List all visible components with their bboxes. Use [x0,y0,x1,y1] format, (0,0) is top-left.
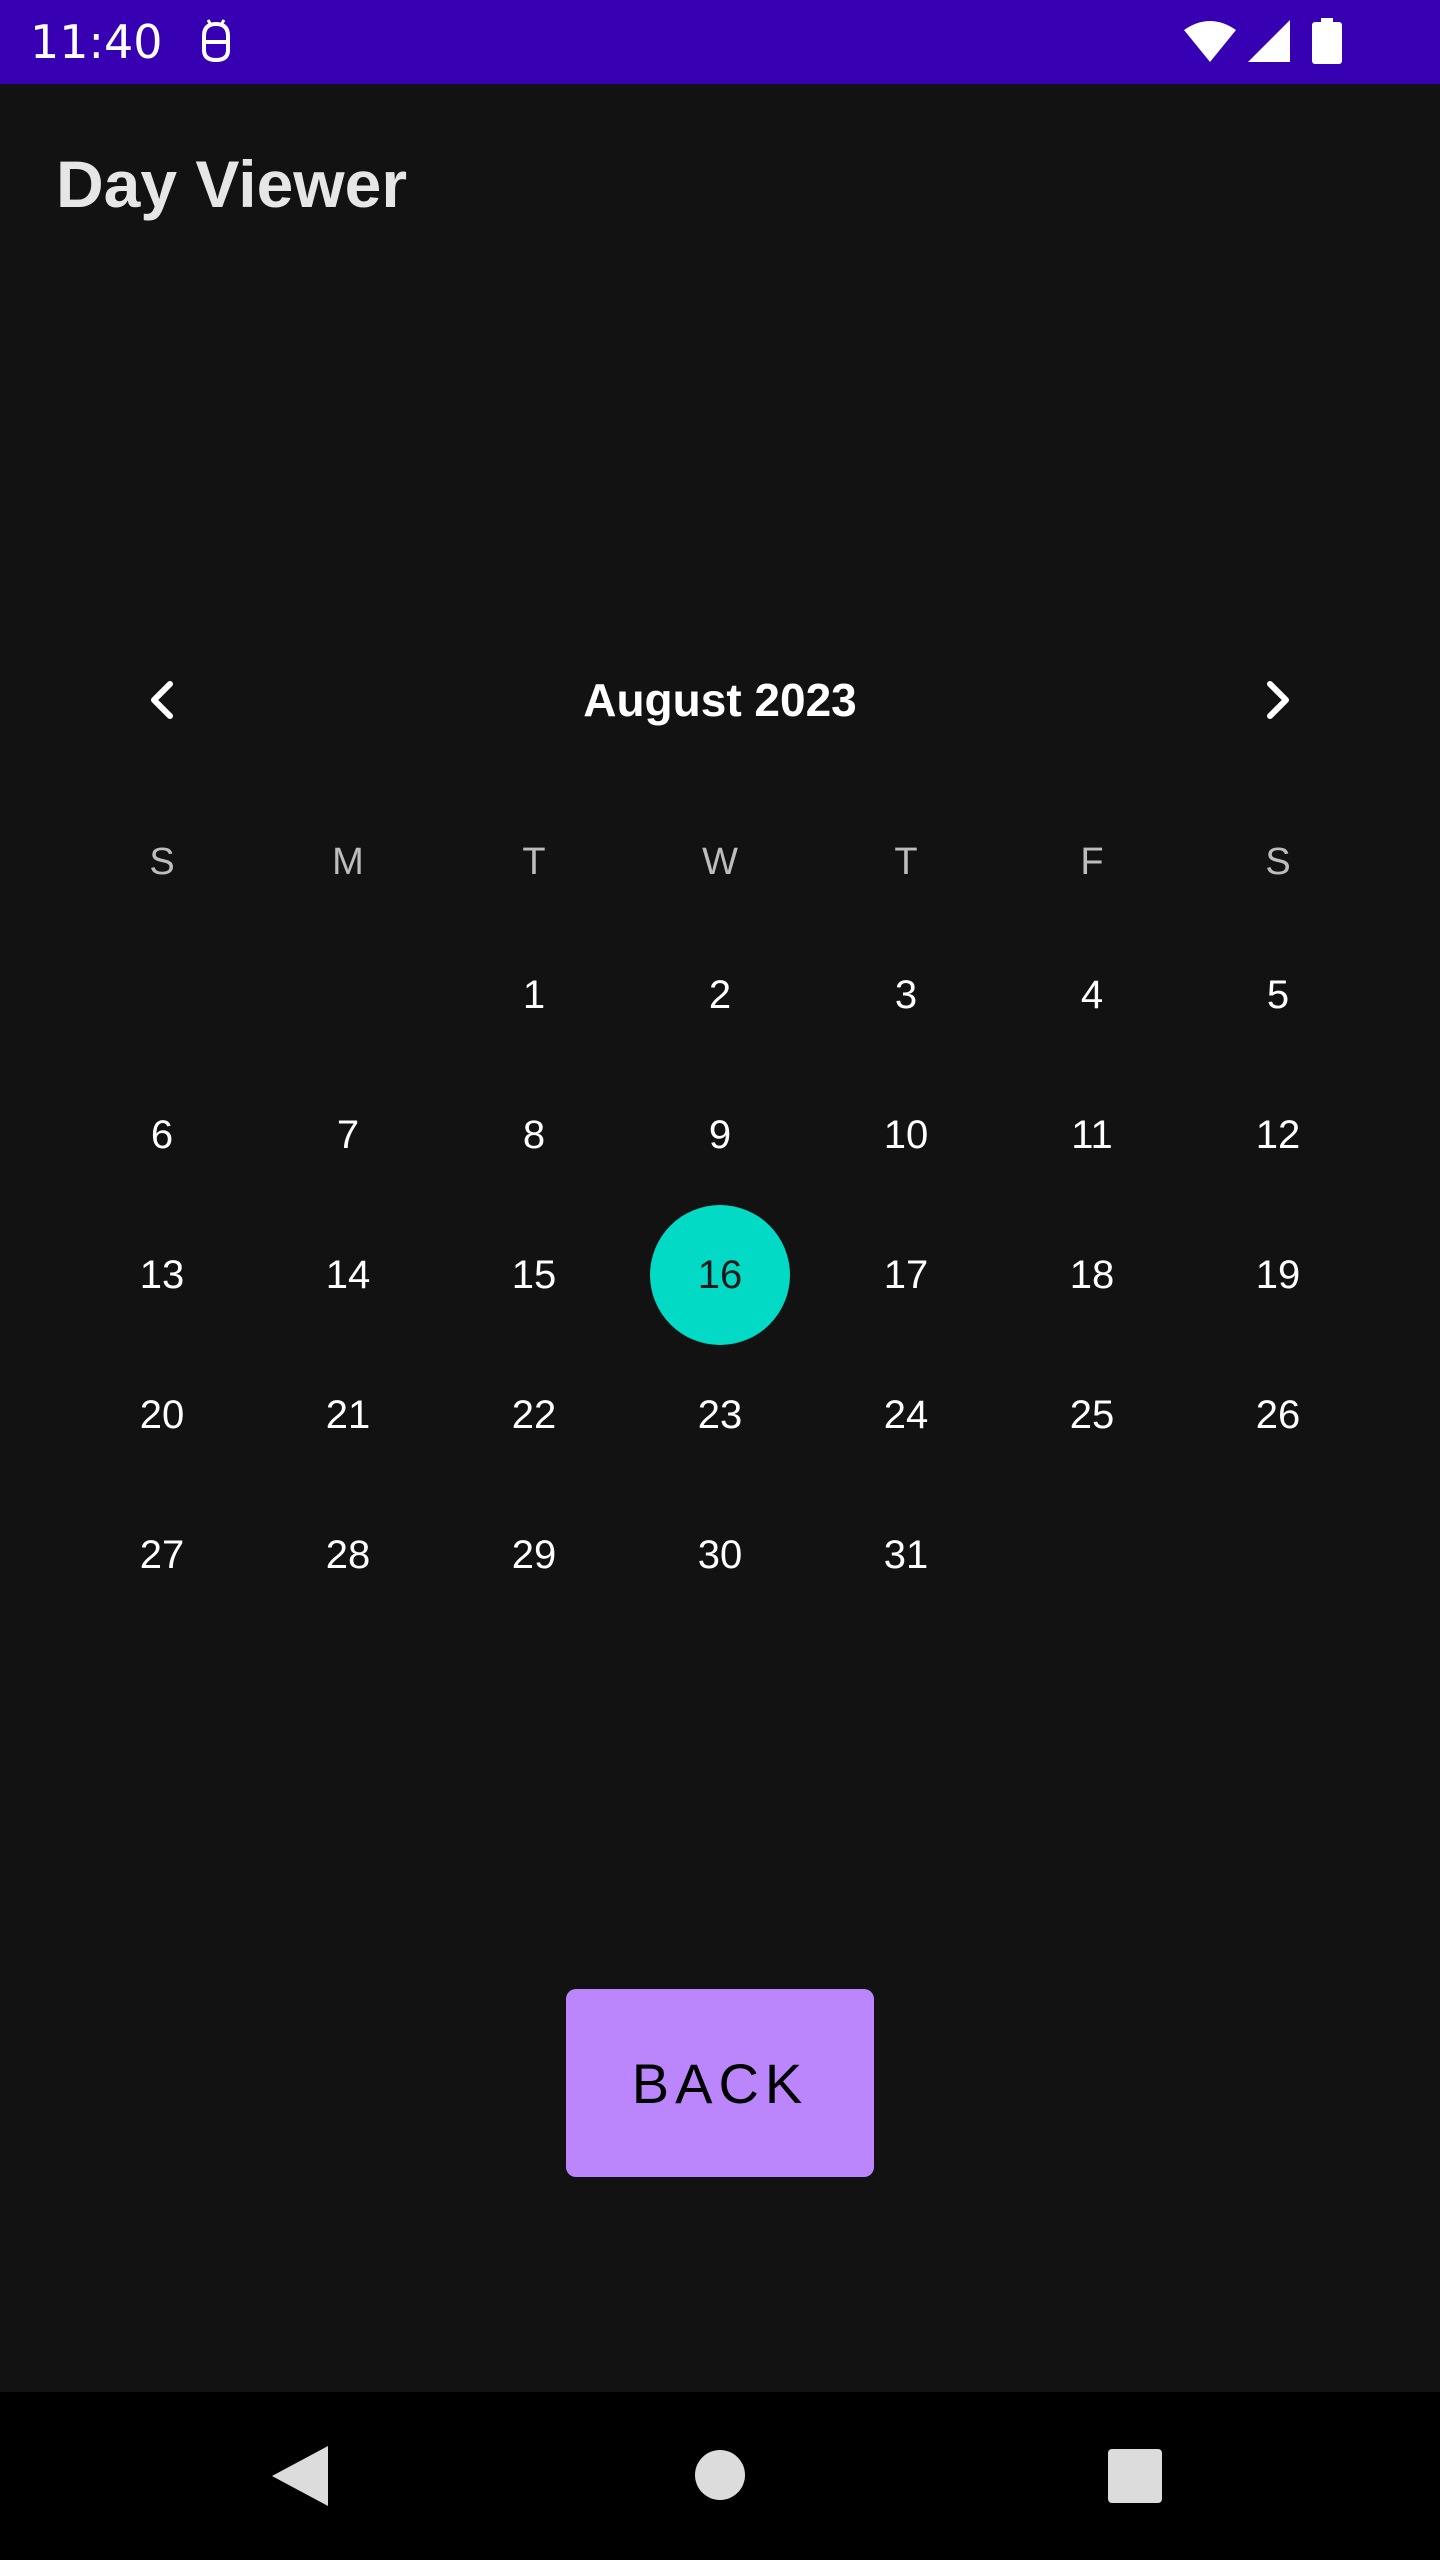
triangle-back-icon[interactable] [268,2444,332,2508]
day-cell[interactable]: 15 [464,1205,604,1345]
day-cell[interactable]: 13 [92,1205,232,1345]
previous-month-button[interactable] [122,660,202,740]
day-cell[interactable]: 1 [464,925,604,1065]
day-cell[interactable]: 25 [1022,1345,1162,1485]
day-cell[interactable]: 10 [836,1065,976,1205]
weekday-header: M [332,840,364,883]
day-cell[interactable]: 23 [650,1345,790,1485]
day-cell[interactable]: 19 [1208,1205,1348,1345]
weekday-header: F [1080,840,1104,883]
day-cell[interactable]: 8 [464,1065,604,1205]
weekday-header: T [522,840,546,883]
month-header: August 2023 [0,660,1440,740]
day-cell[interactable]: 6 [92,1065,232,1205]
battery-icon [1312,18,1342,64]
status-time: 11:40 [30,15,163,69]
day-cell[interactable]: 9 [650,1065,790,1205]
selected-day-cell[interactable]: 16 [650,1205,790,1345]
android-debug-icon [202,19,230,63]
chevron-left-icon [151,681,173,719]
day-cell[interactable]: 28 [278,1485,418,1625]
day-cell[interactable]: 3 [836,925,976,1065]
day-cell[interactable]: 21 [278,1345,418,1485]
square-recents-icon[interactable] [1108,2449,1162,2503]
day-cell[interactable]: 12 [1208,1065,1348,1205]
weekday-header: S [1265,840,1291,883]
circle-home-icon[interactable] [694,2449,746,2501]
weekday-header: T [894,840,918,883]
month-year-label: August 2023 [583,674,857,726]
day-cell[interactable]: 24 [836,1345,976,1485]
wifi-icon [1184,21,1236,62]
app-title: Day Viewer [56,147,408,221]
weekday-header: W [702,840,738,883]
chevron-right-icon [1267,681,1289,719]
day-cell[interactable]: 5 [1208,925,1348,1065]
day-cell[interactable]: 20 [92,1345,232,1485]
day-cell[interactable]: 11 [1022,1065,1162,1205]
day-cell[interactable]: 4 [1022,925,1162,1065]
day-cell[interactable]: 29 [464,1485,604,1625]
day-cell[interactable]: 22 [464,1345,604,1485]
status-bar: 11:40 [0,0,1440,84]
day-cell[interactable]: 30 [650,1485,790,1625]
cell-signal-icon [1248,20,1290,62]
weekday-header: S [149,840,175,883]
day-cell[interactable]: 17 [836,1205,976,1345]
back-button[interactable]: BACK [566,1989,874,2177]
day-cell[interactable]: 26 [1208,1345,1348,1485]
day-cell[interactable]: 2 [650,925,790,1065]
day-cell[interactable]: 7 [278,1065,418,1205]
day-cell[interactable]: 31 [836,1485,976,1625]
day-cell[interactable]: 14 [278,1205,418,1345]
day-cell[interactable]: 18 [1022,1205,1162,1345]
day-cell[interactable]: 27 [92,1485,232,1625]
next-month-button[interactable] [1238,660,1318,740]
